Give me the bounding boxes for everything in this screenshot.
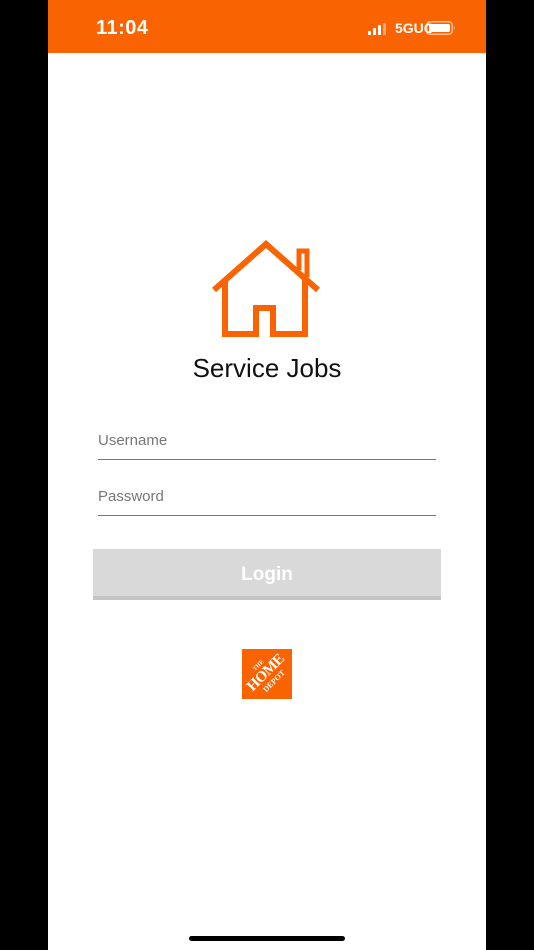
home-indicator[interactable] <box>189 936 345 941</box>
logo-wordmark: THE HOME DEPOT <box>242 649 292 699</box>
battery-icon <box>426 21 455 35</box>
username-field-container <box>98 423 436 460</box>
signal-bars-icon <box>368 23 386 35</box>
status-time: 11:04 <box>96 17 149 39</box>
password-field-container <box>98 479 436 516</box>
username-input[interactable] <box>98 423 436 457</box>
house-icon <box>212 240 320 337</box>
password-input[interactable] <box>98 479 436 513</box>
login-button[interactable]: Login <box>93 549 441 600</box>
app-title: Service Jobs <box>192 353 342 383</box>
home-depot-logo: THE HOME DEPOT <box>242 649 292 699</box>
status-bar: 11:04 5GUC <box>48 0 486 53</box>
app-screen: 11:04 5GUC Service Jobs Login THE HOME D… <box>48 0 486 950</box>
